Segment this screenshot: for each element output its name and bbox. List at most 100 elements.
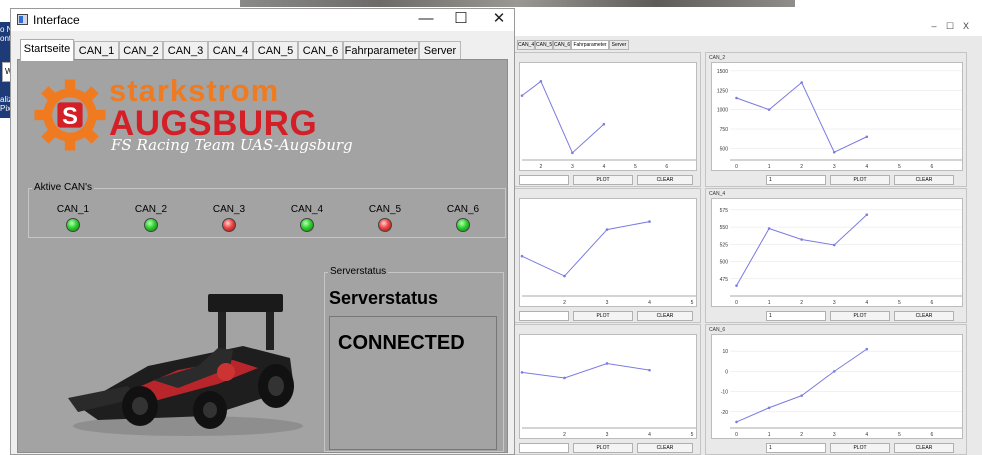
can-status-led [456,218,470,232]
tab-can-4[interactable]: CAN_4 [208,41,253,61]
plot-button[interactable]: PLOT [573,443,633,453]
data-point [832,243,836,247]
series-line [736,348,868,423]
channel-spinbox[interactable] [519,311,569,321]
clear-button[interactable]: CLEAR [894,311,954,321]
close-button[interactable]: ✕ [482,10,516,30]
x-tick-label: 4 [648,432,651,438]
can-status-led [144,218,158,232]
tab-can-2[interactable]: CAN_2 [119,41,163,61]
data-point [602,122,606,126]
channel-spinbox[interactable] [519,175,569,185]
minimize-button[interactable]: — [409,10,443,30]
x-tick-label: 1 [768,300,771,306]
x-tick-label: 2 [800,432,803,438]
plot-area: 0 1 2 3 4 5 6 10 0 -10 -20 [711,334,963,439]
app-icon [17,14,28,25]
x-tick-label: 4 [602,164,605,170]
plot-window: – ☐ X CAN_4 CAN_5 CAN_6 Fahrparameter Se… [513,18,982,455]
maximize-button[interactable]: ☐ [444,10,478,30]
x-tick-label: 0 [735,432,738,438]
data-point [865,135,869,139]
y-tick-label: 10 [722,349,728,355]
data-point [767,227,771,230]
clear-button[interactable]: CLEAR [894,175,954,185]
plot-button[interactable]: PLOT [573,175,633,185]
x-tick-label: 6 [931,164,934,170]
plot-title: CAN_4 [709,191,726,197]
x-tick-label: 4 [865,432,868,438]
y-tick-label: 0 [725,369,728,375]
clear-button[interactable]: CLEAR [637,311,693,321]
can-label: CAN_2 [134,204,168,215]
data-point [800,81,803,84]
data-point [563,274,566,278]
can-label: CAN_1 [56,204,90,215]
data-point [520,94,524,97]
can-status-led [66,218,80,232]
y-tick-label: -10 [721,390,728,396]
tab-can-5[interactable]: CAN_5 [253,41,298,61]
x-tick-label: 1 [768,164,771,170]
plot-area: 2 3 4 5 [519,198,697,307]
x-tick-label: 3 [833,164,836,170]
y-tick-label: 525 [720,242,729,248]
y-tick-label: 1500 [717,69,728,75]
y-tick-label: -20 [721,410,728,416]
plot-svg: 2 3 4 5 [520,220,696,306]
can-status-led [222,218,236,232]
tab-can-6[interactable]: CAN_6 [298,41,343,61]
can-status-led [378,218,392,232]
clear-button[interactable]: CLEAR [637,175,693,185]
x-tick-label: 6 [665,164,668,170]
plot-button[interactable]: PLOT [830,311,890,321]
x-tick-label: 3 [833,432,836,438]
data-point [539,80,543,83]
window-title: Interface [33,13,80,27]
channel-spinbox[interactable] [519,443,569,453]
plot-button[interactable]: PLOT [830,443,890,453]
tab-fahrparameter[interactable]: Fahrparameter [343,41,419,61]
clear-button[interactable]: CLEAR [637,443,693,453]
plot-button[interactable]: PLOT [573,311,633,321]
x-tick-label: 3 [606,300,609,306]
channel-spinbox[interactable]: 1 [766,311,826,321]
tab-startseite[interactable]: Startseite [20,39,74,61]
plot-button[interactable]: PLOT [830,175,890,185]
plot-svg: 0 1 2 3 4 5 6 10 0 -10 -20 [721,347,962,438]
plot-area: 2 3 4 5 [519,334,697,439]
tab-can-3[interactable]: CAN_3 [163,41,208,61]
channel-spinbox[interactable]: 1 [766,175,826,185]
plot-panel: CAN_2 0 1 2 3 4 5 6 1500 1250 1000 750 500 1 PLOT CLEAR [705,52,967,187]
tab-server[interactable]: Server [419,41,461,61]
can-label: CAN_6 [446,204,480,215]
clear-button[interactable]: CLEAR [894,443,954,453]
channel-spinbox[interactable]: 1 [766,443,826,453]
gear-letter: S [62,104,78,130]
gear-logo-icon: S [34,79,106,151]
plot-svg: 0 1 2 3 4 5 6 575 550 525 500 475 [720,208,962,306]
y-tick-label: 750 [720,127,729,133]
tab-bar: Startseite CAN_1 CAN_2 CAN_3 CAN_4 CAN_5… [15,39,515,61]
data-point [832,370,836,373]
y-tick-label: 550 [720,225,729,231]
y-tick-label: 475 [720,277,729,283]
data-point [605,362,609,365]
plot-svg: 2 3 4 5 [520,362,696,438]
series-line [521,80,605,154]
x-tick-label: 5 [898,300,901,306]
data-point [648,220,651,223]
main-window: Interface — ☐ ✕ Startseite CAN_1 CAN_2 C… [10,8,515,455]
y-tick-label: 500 [720,260,729,266]
plot-panel: CAN_4 0 1 2 3 4 5 6 575 550 525 500 475 1 PLOT CLEAR [705,188,967,323]
tab-can-1[interactable]: CAN_1 [74,41,119,61]
plot-panel: 2 3 4 5 PLOT CLEAR [513,324,701,455]
data-point [735,420,738,424]
plot-panel: 2 3 4 5 PLOT CLEAR [513,188,701,323]
x-tick-label: 4 [648,300,651,306]
can-label: CAN_4 [290,204,324,215]
can-label: CAN_3 [212,204,246,215]
x-tick-label: 5 [634,164,637,170]
plots-grid: 2 3 4 5 6 PLOT CLEAR CAN_2 0 1 2 3 4 5 6 1500 1250 1000 75… [513,18,982,455]
data-point [735,96,738,100]
